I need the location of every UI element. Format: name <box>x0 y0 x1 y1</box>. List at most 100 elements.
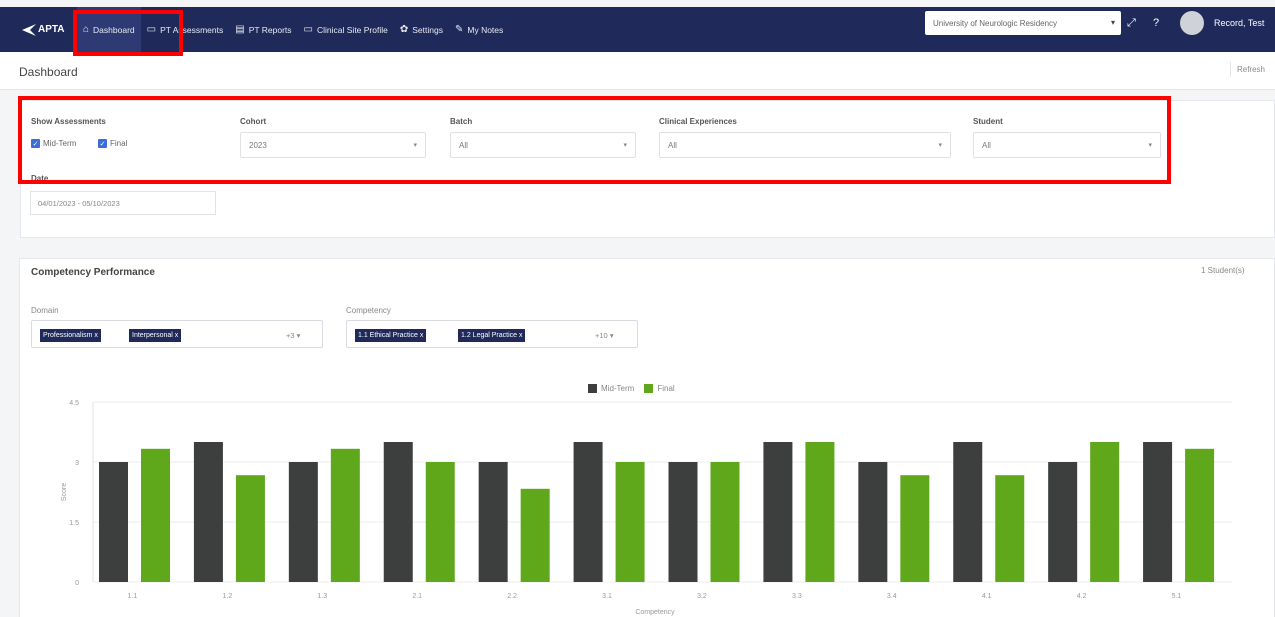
y-tick-label: 3 <box>75 460 79 467</box>
nav-dashboard[interactable]: ⌂ Dashboard <box>77 7 141 52</box>
home-icon: ⌂ <box>83 24 90 35</box>
clinical-experiences-label: Clinical Experiences <box>659 117 737 126</box>
refresh-button[interactable]: Refresh <box>1229 62 1271 77</box>
chevron-down-icon: ▾ <box>938 142 942 149</box>
competency-more-text: +10 <box>595 331 608 340</box>
main-nav: ⌂ Dashboard ▭ PT Assessments ▤ PT Report… <box>77 7 509 52</box>
organization-select-value: University of Neurologic Residency <box>933 18 1058 28</box>
show-assessments-label: Show Assessments <box>31 117 106 126</box>
final-checkbox[interactable]: ✓ Final <box>98 139 127 148</box>
nav-clinical-site-profile-label: Clinical Site Profile <box>317 24 388 35</box>
competency-performance-title: Competency Performance <box>31 267 155 278</box>
chevron-down-icon: ▾ <box>1148 142 1152 149</box>
clipboard-icon: ▭ <box>146 24 157 35</box>
final-label: Final <box>110 139 128 148</box>
page-title: Dashboard <box>19 65 78 79</box>
nav-clinical-site-profile[interactable]: ▭ Clinical Site Profile <box>298 7 394 52</box>
bar-midterm-3.2 <box>668 462 698 582</box>
date-label: Date <box>31 174 49 183</box>
bar-final-1.2 <box>235 475 265 582</box>
bar-midterm-4.2 <box>1048 462 1078 582</box>
domain-chip[interactable]: Interpersonal x <box>129 329 182 342</box>
batch-label: Batch <box>450 117 473 126</box>
user-name[interactable]: Record, Test <box>1214 18 1264 28</box>
expand-icon[interactable]: ⤢ <box>1127 17 1136 30</box>
checkmark-icon: ✓ <box>98 139 107 148</box>
bar-final-2.1 <box>425 462 455 582</box>
midterm-checkbox[interactable]: ✓ Mid-Term <box>31 139 76 148</box>
x-tick-label: 3.3 <box>792 593 802 600</box>
chevron-down-icon: ▾ <box>623 142 627 149</box>
domain-multiselect[interactable]: Professionalism x Interpersonal x +3 ▾ <box>31 320 323 348</box>
bar-final-1.3 <box>330 448 360 582</box>
domain-chip[interactable]: Professionalism x <box>40 329 101 342</box>
x-tick-label: 1.3 <box>317 593 327 600</box>
bar-midterm-3.1 <box>573 442 603 582</box>
gear-icon: ✿ <box>399 24 409 35</box>
nav-pt-assessments[interactable]: ▭ PT Assessments <box>141 7 230 52</box>
eagle-icon <box>22 23 36 36</box>
date-range-value: 04/01/2023 - 05/10/2023 <box>38 199 120 208</box>
bar-final-5.1 <box>1185 448 1215 582</box>
avatar[interactable] <box>1180 11 1204 35</box>
bar-midterm-1.2 <box>193 442 223 582</box>
cohort-label: Cohort <box>240 117 267 126</box>
bar-midterm-1.1 <box>99 462 128 582</box>
x-tick-label: 3.1 <box>602 593 612 600</box>
date-range-input[interactable]: 04/01/2023 - 05/10/2023 <box>30 191 216 215</box>
cohort-select[interactable]: 2023 ▾ <box>240 132 426 158</box>
competency-bar-chart: 0 1.5 3 4.5 Score 1.1 1.2 1.3 2.1 2.2 3.1 3.2 3.3 3.4… <box>61 400 1232 616</box>
x-axis-label: Competency <box>635 609 675 616</box>
bar-midterm-5.1 <box>1143 442 1173 582</box>
student-select[interactable]: All ▾ <box>973 132 1161 158</box>
competency-chip[interactable]: 1.1 Ethical Practice x <box>355 329 427 342</box>
chevron-down-icon: ▾ <box>413 142 417 149</box>
competency-chip[interactable]: 1.2 Legal Practice x <box>458 329 526 342</box>
report-icon: ▤ <box>235 24 245 35</box>
nav-pt-reports-label: PT Reports <box>248 24 292 35</box>
organization-select[interactable]: University of Neurologic Residency ▾ <box>925 11 1121 35</box>
page-header: Dashboard Refresh <box>0 52 1275 90</box>
nav-pt-assessments-label: PT Assessments <box>160 24 224 35</box>
chevron-down-icon: ▾ <box>1110 18 1115 27</box>
x-tick-label: 4.2 <box>1077 593 1087 600</box>
bar-final-3.3 <box>805 442 835 582</box>
student-label: Student <box>973 117 1003 126</box>
filters-card <box>20 100 1275 238</box>
clinical-experiences-value: All <box>668 141 677 150</box>
monitor-icon: ▭ <box>303 24 313 35</box>
x-tick-label: 3.4 <box>887 593 897 600</box>
competency-more-count[interactable]: +10 ▾ <box>595 331 614 340</box>
nav-my-notes[interactable]: ✎ My Notes <box>449 7 509 52</box>
bar-final-3.2 <box>710 462 740 582</box>
help-icon[interactable]: ? <box>1153 17 1159 29</box>
bar-midterm-1.3 <box>288 462 318 582</box>
bar-final-2.2 <box>520 488 550 582</box>
competency-label: Competency <box>346 306 391 315</box>
nav-dashboard-label: Dashboard <box>93 24 135 35</box>
x-tick-label: 2.1 <box>412 593 422 600</box>
x-tick-label: 4.1 <box>982 593 992 600</box>
nav-settings[interactable]: ✿ Settings <box>394 7 449 52</box>
competency-multiselect[interactable]: 1.1 Ethical Practice x 1.2 Legal Practic… <box>346 320 638 348</box>
nav-pt-reports[interactable]: ▤ PT Reports <box>229 7 297 52</box>
logo-text: APTA <box>38 24 65 35</box>
bar-midterm-2.2 <box>478 462 508 582</box>
clinical-experiences-select[interactable]: All ▾ <box>659 132 951 158</box>
batch-select[interactable]: All ▾ <box>450 132 636 158</box>
bar-midterm-4.1 <box>953 442 983 582</box>
x-tick-label: 1.2 <box>223 593 233 600</box>
bar-midterm-3.3 <box>763 442 793 582</box>
domain-more-text: +3 <box>286 331 295 340</box>
checkmark-icon: ✓ <box>31 139 40 148</box>
x-tick-label: 5.1 <box>1172 593 1182 600</box>
bar-midterm-2.1 <box>383 442 413 582</box>
students-count: 1 Student(s) <box>1201 266 1245 275</box>
x-tick-label: 1.1 <box>128 593 138 600</box>
domain-label: Domain <box>31 306 59 315</box>
bar-final-4.2 <box>1090 442 1120 582</box>
bar-final-3.1 <box>615 462 645 582</box>
apta-logo[interactable]: APTA <box>22 23 77 36</box>
domain-more-count[interactable]: +3 ▾ <box>286 331 300 340</box>
x-tick-label: 3.2 <box>697 593 707 600</box>
